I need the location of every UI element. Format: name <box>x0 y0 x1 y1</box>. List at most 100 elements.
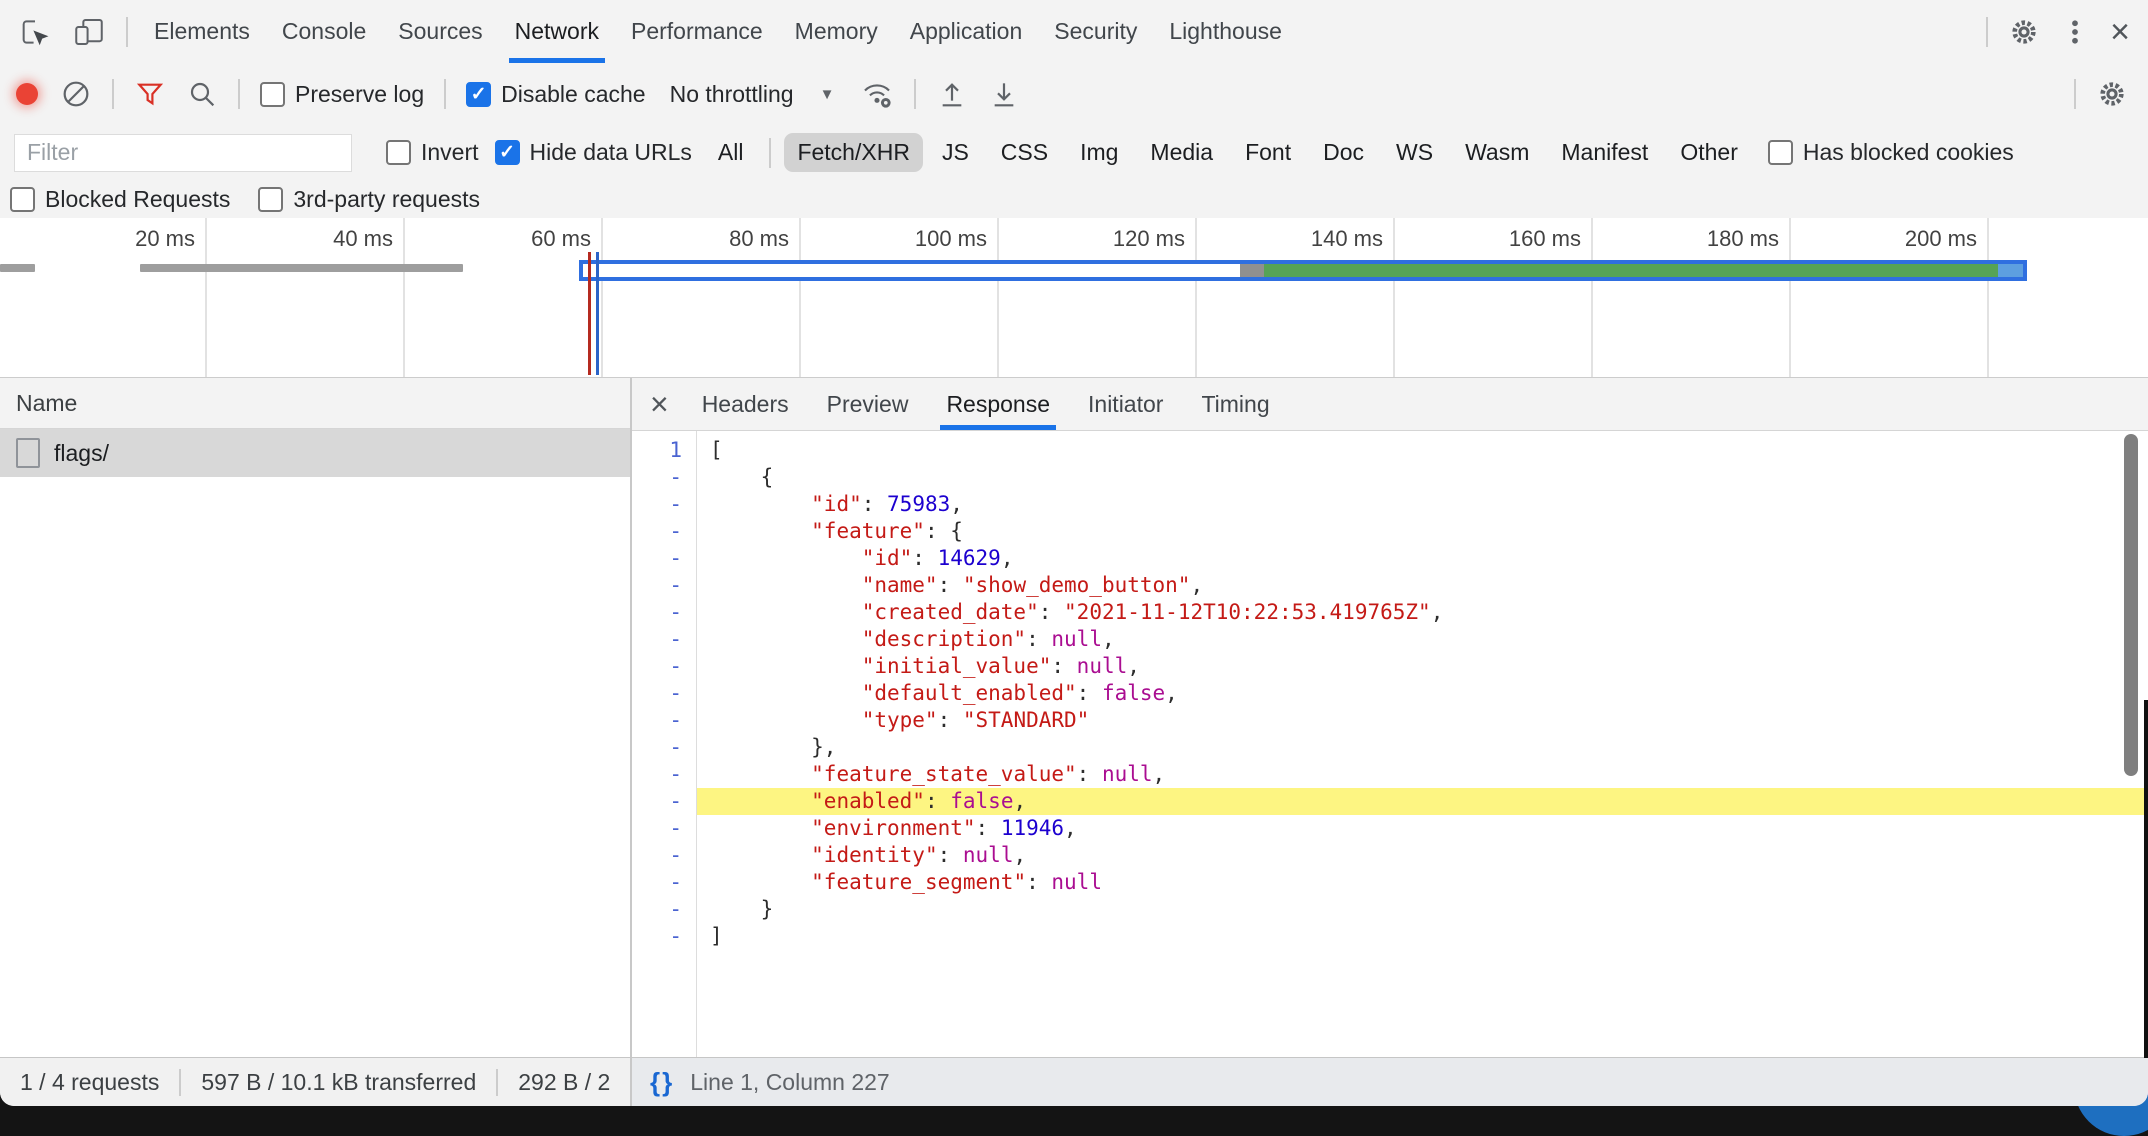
filter-input[interactable] <box>14 134 352 172</box>
throttling-select[interactable]: No throttling <box>670 81 794 108</box>
line-number: - <box>632 815 696 842</box>
main-tabs: ElementsConsoleSourcesNetworkPerformance… <box>138 0 1298 63</box>
waterfall-segment-download <box>1998 264 2023 277</box>
response-line: - "created_date": "2021-11-12T10:22:53.4… <box>632 599 2148 626</box>
name-column-header[interactable]: Name <box>0 378 630 429</box>
tick-label: 120 ms <box>1113 226 1185 252</box>
gridline <box>1195 218 1197 377</box>
preserve-log-checkbox[interactable] <box>260 82 285 107</box>
tick-label: 160 ms <box>1509 226 1581 252</box>
detail-tab-bar: × Headers Preview Response Initiator Timing <box>632 378 2148 431</box>
pretty-print-icon[interactable]: {} <box>650 1067 674 1098</box>
detail-tab-initiator[interactable]: Initiator <box>1082 378 1169 430</box>
status-bar: 1 / 4 requests 597 B / 10.1 kB transferr… <box>0 1057 2148 1106</box>
response-line: - { <box>632 464 2148 491</box>
tick-label: 200 ms <box>1905 226 1977 252</box>
divider <box>769 138 771 168</box>
resources-size: 292 B / 2 <box>496 1069 630 1096</box>
filter-chip-media[interactable]: Media <box>1137 133 1226 172</box>
close-detail-pane-icon[interactable]: × <box>632 388 683 420</box>
response-body-viewer[interactable]: 1[- {- "id": 75983,- "feature": {- "id":… <box>632 431 2148 1058</box>
waterfall-bar-other-request <box>0 264 35 272</box>
line-number: - <box>632 545 696 572</box>
cursor-position: Line 1, Column 227 <box>690 1069 889 1096</box>
detail-tab-timing[interactable]: Timing <box>1195 378 1275 430</box>
response-line: - "default_enabled": false, <box>632 680 2148 707</box>
filter-chip-fetch-xhr[interactable]: Fetch/XHR <box>784 133 922 172</box>
filter-chip-other[interactable]: Other <box>1667 133 1751 172</box>
network-settings-gear-icon[interactable] <box>2086 63 2138 125</box>
tab-performance[interactable]: Performance <box>615 0 779 63</box>
filter-chip-all[interactable]: All <box>705 133 757 172</box>
line-content: "feature_state_value": null, <box>696 761 2148 788</box>
line-content: { <box>696 464 2148 491</box>
waterfall-segment-stalled <box>583 264 1240 277</box>
line-number: 1 <box>632 437 696 464</box>
network-filter-bar: Invert Hide data URLs AllFetch/XHRJSCSSI… <box>0 125 2148 180</box>
waterfall-bar-other-request <box>140 264 463 272</box>
line-number: - <box>632 680 696 707</box>
window-edge-strip <box>2144 700 2148 1058</box>
filter-chip-wasm[interactable]: Wasm <box>1452 133 1542 172</box>
filter-chip-manifest[interactable]: Manifest <box>1548 133 1661 172</box>
network-options-bar: Blocked Requests 3rd-party requests <box>0 180 2148 219</box>
clear-network-log-icon[interactable] <box>50 63 102 125</box>
tab-console[interactable]: Console <box>266 0 382 63</box>
third-party-requests-label: 3rd-party requests <box>293 186 480 213</box>
tick-label: 100 ms <box>915 226 987 252</box>
more-options-kebab-icon[interactable] <box>2050 0 2100 63</box>
filter-chip-img[interactable]: Img <box>1067 133 1131 172</box>
tab-sources[interactable]: Sources <box>382 0 498 63</box>
gridline <box>1987 218 1989 377</box>
detail-tab-response[interactable]: Response <box>940 378 1056 430</box>
has-blocked-cookies-label: Has blocked cookies <box>1803 139 2014 166</box>
blocked-requests-checkbox[interactable] <box>10 187 35 212</box>
tab-elements[interactable]: Elements <box>138 0 266 63</box>
filter-funnel-icon[interactable] <box>124 63 176 125</box>
third-party-requests-checkbox[interactable] <box>258 187 283 212</box>
table-row-flags[interactable]: flags/ <box>0 429 630 477</box>
line-number: - <box>632 896 696 923</box>
throttling-caret-icon[interactable]: ▼ <box>820 86 835 103</box>
invert-filter-checkbox[interactable] <box>386 140 411 165</box>
detail-tab-preview[interactable]: Preview <box>821 378 915 430</box>
gridline <box>1393 218 1395 377</box>
network-conditions-icon[interactable] <box>850 63 904 125</box>
tab-application[interactable]: Application <box>894 0 1039 63</box>
detail-tab-headers[interactable]: Headers <box>696 378 795 430</box>
vertical-scrollbar[interactable] <box>2124 434 2138 776</box>
tab-lighthouse[interactable]: Lighthouse <box>1153 0 1298 63</box>
device-toolbar-icon[interactable] <box>62 0 116 63</box>
line-number: - <box>632 923 696 950</box>
network-summary-bar: 1 / 4 requests 597 B / 10.1 kB transferr… <box>0 1058 632 1106</box>
hide-data-urls-checkbox[interactable] <box>495 140 520 165</box>
divider <box>2074 79 2076 109</box>
line-content: "id": 75983, <box>696 491 2148 518</box>
requests-count: 1 / 4 requests <box>0 1069 179 1096</box>
inspect-element-icon[interactable] <box>8 0 62 63</box>
import-har-icon[interactable] <box>926 63 978 125</box>
response-line: - "id": 75983, <box>632 491 2148 518</box>
tab-network[interactable]: Network <box>499 0 615 63</box>
response-line: - "enabled": false, <box>632 788 2148 815</box>
blocked-requests-label: Blocked Requests <box>45 186 230 213</box>
export-har-icon[interactable] <box>978 63 1030 125</box>
line-number: - <box>632 491 696 518</box>
settings-gear-icon[interactable] <box>1998 0 2050 63</box>
filter-chip-doc[interactable]: Doc <box>1310 133 1377 172</box>
disable-cache-checkbox[interactable] <box>466 82 491 107</box>
close-devtools-icon[interactable]: × <box>2100 0 2140 63</box>
network-overview-timeline[interactable]: 20 ms40 ms60 ms80 ms100 ms120 ms140 ms16… <box>0 218 2148 378</box>
filter-chip-js[interactable]: JS <box>929 133 982 172</box>
tick-label: 80 ms <box>729 226 789 252</box>
filter-chip-ws[interactable]: WS <box>1383 133 1446 172</box>
tab-security[interactable]: Security <box>1038 0 1153 63</box>
search-icon[interactable] <box>176 63 228 125</box>
has-blocked-cookies-checkbox[interactable] <box>1768 140 1793 165</box>
record-network-log-button[interactable] <box>16 83 38 105</box>
filter-chip-css[interactable]: CSS <box>988 133 1061 172</box>
response-line: - "feature_segment": null <box>632 869 2148 896</box>
tab-memory[interactable]: Memory <box>779 0 894 63</box>
filter-chip-font[interactable]: Font <box>1232 133 1304 172</box>
request-table-panel: Name flags/ <box>0 378 632 1058</box>
